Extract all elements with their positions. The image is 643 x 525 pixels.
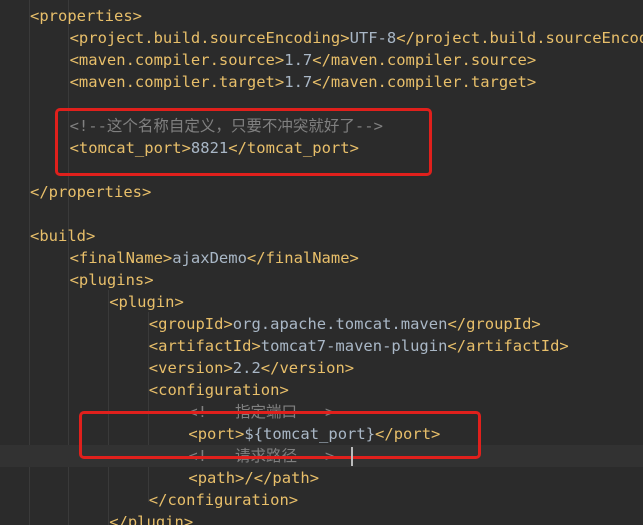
xml-tag: </properties> [30, 183, 152, 201]
element-text: tomcat7-maven-plugin [260, 337, 448, 355]
code-line-content: </plugin> [109, 511, 193, 525]
code-line-content: </properties> [30, 181, 151, 203]
xml-tag: <build> [30, 227, 96, 245]
xml-tag: <finalName> [69, 249, 173, 267]
code-line-content: <plugins> [70, 269, 154, 291]
element-text: 1.7 [284, 73, 313, 91]
xml-tag: <maven.compiler.source> [69, 51, 285, 69]
xml-tag: <maven.compiler.target> [69, 73, 285, 91]
code-line-content: <groupId>org.apache.tomcat.maven</groupI… [149, 313, 541, 335]
element-text: 1.7 [284, 51, 313, 69]
code-line-current[interactable]: <!-- 请求路径 --> [0, 445, 643, 467]
code-line-content: <version>2.2</version> [149, 357, 354, 379]
xml-tag: </groupId> [447, 315, 541, 333]
code-editor[interactable]: <properties> <project.build.sourceEncodin… [0, 0, 643, 525]
xml-tag: </maven.compiler.target> [312, 73, 537, 91]
code-line-content: <properties> [30, 5, 142, 27]
code-line-content: <port>${tomcat_port}</port> [188, 423, 440, 445]
element-text: 2.2 [232, 359, 261, 377]
text-caret [351, 447, 353, 466]
xml-tag: </artifactId> [447, 337, 569, 355]
xml-comment: <!-- 指定端口 --> [188, 403, 335, 421]
code-line-content: <artifactId>tomcat7-maven-plugin</artifa… [149, 335, 569, 357]
xml-tag: </project.build.sourceEncoding> [396, 29, 643, 47]
xml-tag: </port> [375, 425, 441, 443]
xml-tag: </path> [253, 469, 320, 487]
code-line-content: </configuration> [149, 489, 298, 511]
xml-tag: </finalName> [246, 249, 359, 267]
element-text: UTF-8 [349, 29, 397, 47]
xml-tag: <plugins> [69, 271, 154, 289]
code-line-content: <maven.compiler.source>1.7</maven.compil… [70, 49, 537, 71]
code-line-content: <project.build.sourceEncoding>UTF-8</pro… [70, 27, 643, 49]
xml-tag: / [244, 469, 254, 487]
xml-tag: <artifactId> [148, 337, 261, 355]
xml-tag: <path> [188, 469, 245, 487]
element-text: ${tomcat_port} [244, 425, 376, 443]
code-line-content: <!-- 指定端口 --> [188, 401, 334, 423]
xml-tag: </tomcat_port> [228, 139, 359, 157]
xml-tag: <version> [148, 359, 233, 377]
code-line-content: <configuration> [149, 379, 289, 401]
code-line-content: <tomcat_port>8821</tomcat_port> [70, 137, 359, 159]
xml-tag: <project.build.sourceEncoding> [69, 29, 350, 47]
xml-tag: <port> [188, 425, 245, 443]
xml-tag: <tomcat_port> [69, 139, 191, 157]
indent-guide [108, 290, 109, 525]
code-line-content: <!--这个名称自定义，只要不冲突就好了--> [70, 115, 383, 137]
element-text: ajaxDemo [172, 249, 247, 267]
xml-comment: <!--这个名称自定义，只要不冲突就好了--> [69, 117, 383, 135]
code-line-content: <maven.compiler.target>1.7</maven.compil… [70, 71, 537, 93]
code-line-content: <build> [30, 225, 95, 247]
xml-tag: <properties> [30, 7, 142, 25]
code-line-content: <!-- 请求路径 --> [188, 445, 334, 467]
element-text: org.apache.tomcat.maven [232, 315, 448, 333]
xml-tag: <plugin> [109, 293, 184, 311]
xml-comment: <!-- 请求路径 --> [188, 447, 335, 465]
code-line-content: <plugin> [109, 291, 184, 313]
xml-tag: </configuration> [148, 491, 299, 509]
xml-tag: <configuration> [148, 381, 289, 399]
code-line-content: <path>/</path> [188, 467, 319, 489]
xml-tag: </maven.compiler.source> [312, 51, 537, 69]
xml-tag: <groupId> [148, 315, 233, 333]
element-text: 8821 [190, 139, 229, 157]
xml-tag: </plugin> [109, 513, 194, 525]
xml-tag: </version> [260, 359, 355, 377]
code-line-content: <finalName>ajaxDemo</finalName> [70, 247, 359, 269]
